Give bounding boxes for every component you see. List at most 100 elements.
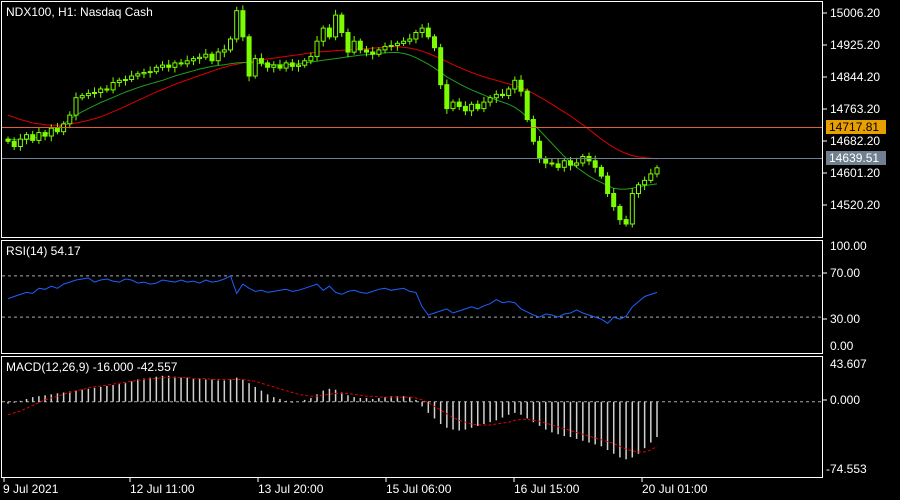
candle-body — [456, 101, 462, 107]
candle-body — [147, 71, 153, 74]
main-y-tick: 15006.20 — [830, 6, 880, 20]
candle-body — [549, 162, 555, 165]
candle-body — [580, 156, 586, 164]
candle-body — [642, 179, 648, 186]
candle-body — [98, 88, 104, 93]
rsi-y-tick: 30.00 — [830, 312, 860, 326]
candle-body — [320, 27, 326, 42]
candle-body — [518, 79, 524, 92]
ma-slow-line — [7, 46, 658, 160]
main-y-tick: 14601.20 — [830, 166, 880, 180]
candle-body — [506, 88, 512, 96]
candle-body — [110, 82, 116, 91]
candle-body — [92, 92, 97, 94]
candle-body — [135, 73, 141, 77]
rsi-line — [7, 275, 658, 324]
main-y-tick: 14682.20 — [830, 134, 880, 148]
candle-body — [333, 14, 339, 38]
candle-body — [561, 160, 567, 168]
time-axis-label: 12 Jul 11:00 — [130, 482, 195, 496]
candle-body — [271, 64, 277, 68]
candle-body — [166, 64, 172, 68]
candle-body — [197, 56, 203, 60]
candle-body — [326, 27, 332, 38]
candle-body — [283, 62, 289, 69]
main-panel-frame[interactable] — [1, 1, 823, 238]
candle-body — [592, 160, 598, 168]
ma-fast-line — [7, 52, 658, 190]
candle-body — [252, 58, 258, 77]
candle-body — [258, 58, 264, 64]
candle-body — [5, 138, 11, 142]
macd-plot[interactable] — [2, 375, 822, 460]
main-y-axis: 15006.20 14925.20 14844.20 14763.20 1468… — [823, 6, 880, 212]
candle-body — [432, 36, 437, 49]
candle-body — [24, 134, 29, 140]
main-panel-title: NDX100, H1: Nasdaq Cash — [6, 5, 153, 19]
candle-body — [376, 49, 382, 55]
candle-body — [178, 62, 184, 65]
main-y-tick: 14763.20 — [830, 102, 880, 116]
macd-signal-line — [7, 377, 658, 453]
candle-body — [500, 93, 505, 97]
rsi-y-axis: 100.00 70.00 30.00 0.00 — [823, 239, 867, 353]
candle-body — [73, 97, 79, 116]
candle-body — [598, 166, 604, 177]
candle-body — [116, 79, 122, 84]
candle-body — [345, 32, 351, 53]
candle-body — [357, 40, 363, 51]
macd-panel-title: MACD(12,26,9) -16.000 -42.557 — [6, 360, 178, 374]
candle-body — [11, 140, 17, 148]
candle-body — [370, 51, 376, 55]
candle-body — [382, 45, 388, 51]
main-y-tick: 14520.20 — [830, 198, 880, 212]
rsi-y-tick: 70.00 — [830, 266, 860, 280]
candle-body — [172, 62, 178, 68]
main-y-tick: 14844.20 — [830, 70, 880, 84]
time-axis-label: 20 Jul 01:00 — [642, 482, 708, 496]
candle-body — [240, 10, 246, 38]
macd-panel-frame[interactable] — [1, 356, 823, 478]
candle-body — [388, 45, 394, 47]
candle-body — [351, 40, 357, 53]
candle-body — [629, 193, 635, 225]
candle-body — [401, 40, 407, 44]
candle-body — [203, 53, 209, 58]
candle-body — [487, 97, 493, 103]
trading-chart[interactable]: NDX100, H1: Nasdaq Cash RSI(14) 54.17 MA… — [0, 0, 900, 500]
candle-body — [512, 79, 518, 90]
macd-y-axis: 43.607 0.000 -74.553 — [823, 357, 867, 476]
candle-body — [209, 53, 215, 62]
candle-body — [425, 27, 431, 38]
candle-body — [555, 163, 561, 168]
candle-body — [67, 114, 73, 125]
candle-body — [141, 72, 147, 75]
candle-body — [296, 64, 301, 67]
candle-body — [129, 75, 135, 80]
candle-body — [543, 158, 549, 164]
candle-body — [394, 42, 400, 46]
candle-body — [623, 219, 629, 225]
rsi-y-tick: 0.00 — [830, 339, 854, 353]
time-axis-label: 15 Jul 06:00 — [386, 482, 452, 496]
candle-body — [122, 79, 128, 81]
candle-body — [419, 27, 425, 34]
candle-body — [654, 167, 660, 175]
candle-body — [364, 49, 369, 53]
price-plot[interactable] — [5, 5, 660, 228]
candle-body — [54, 127, 60, 133]
candle-body — [246, 36, 252, 77]
candle-body — [617, 206, 623, 221]
rsi-plot[interactable] — [2, 275, 822, 324]
candle-body — [36, 132, 42, 141]
candle-body — [469, 103, 475, 112]
candle-body — [42, 132, 48, 137]
candle-body — [481, 101, 487, 110]
candle-body — [450, 101, 456, 110]
candle-body — [314, 40, 320, 57]
candle-body — [524, 90, 530, 120]
candle-body — [302, 60, 308, 66]
rsi-panel-frame[interactable] — [1, 240, 823, 354]
candle-body — [444, 84, 450, 110]
candle-body — [234, 10, 240, 40]
